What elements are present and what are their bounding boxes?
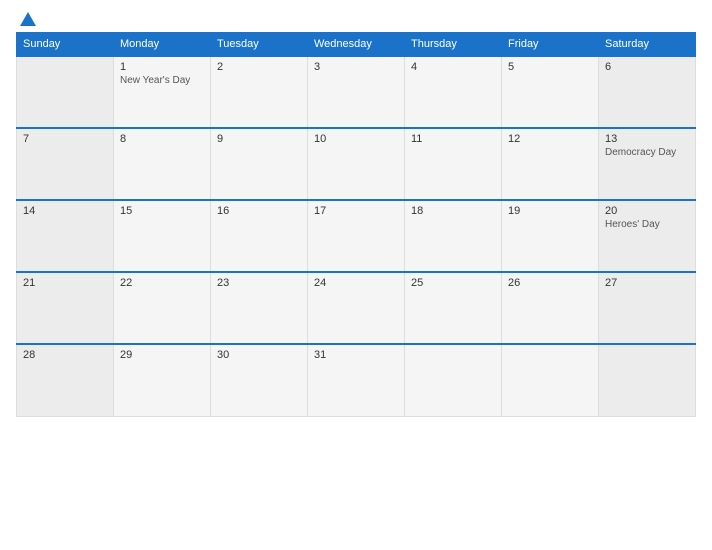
- day-number: 1: [120, 61, 204, 73]
- event-name: Heroes' Day: [605, 219, 689, 230]
- calendar-cell: 27: [599, 272, 696, 344]
- calendar-cell: 7: [17, 128, 114, 200]
- calendar-cell: 28: [17, 344, 114, 416]
- calendar-cell: 11: [405, 128, 502, 200]
- calendar-cell: 8: [114, 128, 211, 200]
- day-number: 8: [120, 133, 204, 145]
- weekday-header-thursday: Thursday: [405, 33, 502, 57]
- calendar-table: SundayMondayTuesdayWednesdayThursdayFrid…: [16, 32, 696, 417]
- calendar-cell: 30: [211, 344, 308, 416]
- day-number: 12: [508, 133, 592, 145]
- calendar-page: SundayMondayTuesdayWednesdayThursdayFrid…: [0, 0, 712, 550]
- calendar-cell: 22: [114, 272, 211, 344]
- day-number: 30: [217, 349, 301, 361]
- calendar-cell: 23: [211, 272, 308, 344]
- day-number: 25: [411, 277, 495, 289]
- calendar-cell: 6: [599, 56, 696, 128]
- day-number: 6: [605, 61, 689, 73]
- day-number: 9: [217, 133, 301, 145]
- calendar-cell: 20 Heroes' Day: [599, 200, 696, 272]
- day-number: 16: [217, 205, 301, 217]
- calendar-cell: [599, 344, 696, 416]
- day-number: 19: [508, 205, 592, 217]
- calendar-cell: 4: [405, 56, 502, 128]
- calendar-cell: [502, 344, 599, 416]
- calendar-cell: 9: [211, 128, 308, 200]
- calendar-cell: 19: [502, 200, 599, 272]
- day-number: 14: [23, 205, 107, 217]
- day-number: 26: [508, 277, 592, 289]
- event-name: Democracy Day: [605, 147, 689, 158]
- calendar-cell: 10: [308, 128, 405, 200]
- logo-blue-row: [16, 12, 36, 26]
- week-row-1: 1 New Year's Day 2 3 4 5 6: [17, 56, 696, 128]
- calendar-cell: 2: [211, 56, 308, 128]
- header: [16, 12, 696, 26]
- day-number: 4: [411, 61, 495, 73]
- calendar-cell: 18: [405, 200, 502, 272]
- day-number: 13: [605, 133, 689, 145]
- week-row-4: 21 22 23 24 25 26 27: [17, 272, 696, 344]
- day-number: 31: [314, 349, 398, 361]
- week-row-2: 7 8 9 10 11 12 13 Democracy Day: [17, 128, 696, 200]
- day-number: 21: [23, 277, 107, 289]
- day-number: 10: [314, 133, 398, 145]
- calendar-cell: 31: [308, 344, 405, 416]
- weekday-header-tuesday: Tuesday: [211, 33, 308, 57]
- logo: [16, 12, 36, 26]
- calendar-cell: 14: [17, 200, 114, 272]
- calendar-cell: 15: [114, 200, 211, 272]
- event-name: New Year's Day: [120, 75, 204, 86]
- day-number: 17: [314, 205, 398, 217]
- week-row-3: 14 15 16 17 18 19 20 Heroes' Day: [17, 200, 696, 272]
- calendar-cell: 25: [405, 272, 502, 344]
- day-number: 3: [314, 61, 398, 73]
- weekday-header-friday: Friday: [502, 33, 599, 57]
- day-number: 5: [508, 61, 592, 73]
- day-number: 22: [120, 277, 204, 289]
- day-number: 7: [23, 133, 107, 145]
- weekday-header-row: SundayMondayTuesdayWednesdayThursdayFrid…: [17, 33, 696, 57]
- calendar-cell: 21: [17, 272, 114, 344]
- logo-triangle-icon: [20, 12, 36, 26]
- day-number: 27: [605, 277, 689, 289]
- day-number: 20: [605, 205, 689, 217]
- weekday-header-sunday: Sunday: [17, 33, 114, 57]
- calendar-cell: 12: [502, 128, 599, 200]
- day-number: 23: [217, 277, 301, 289]
- calendar-cell: 26: [502, 272, 599, 344]
- calendar-cell: 1 New Year's Day: [114, 56, 211, 128]
- day-number: 29: [120, 349, 204, 361]
- weekday-header-saturday: Saturday: [599, 33, 696, 57]
- day-number: 24: [314, 277, 398, 289]
- calendar-cell: 13 Democracy Day: [599, 128, 696, 200]
- day-number: 28: [23, 349, 107, 361]
- weekday-header-wednesday: Wednesday: [308, 33, 405, 57]
- calendar-cell: 16: [211, 200, 308, 272]
- calendar-cell: 17: [308, 200, 405, 272]
- calendar-cell: [405, 344, 502, 416]
- calendar-cell: [17, 56, 114, 128]
- day-number: 11: [411, 133, 495, 145]
- week-row-5: 28 29 30 31: [17, 344, 696, 416]
- calendar-cell: 3: [308, 56, 405, 128]
- calendar-cell: 24: [308, 272, 405, 344]
- day-number: 15: [120, 205, 204, 217]
- calendar-cell: 5: [502, 56, 599, 128]
- day-number: 18: [411, 205, 495, 217]
- calendar-cell: 29: [114, 344, 211, 416]
- weekday-header-monday: Monday: [114, 33, 211, 57]
- day-number: 2: [217, 61, 301, 73]
